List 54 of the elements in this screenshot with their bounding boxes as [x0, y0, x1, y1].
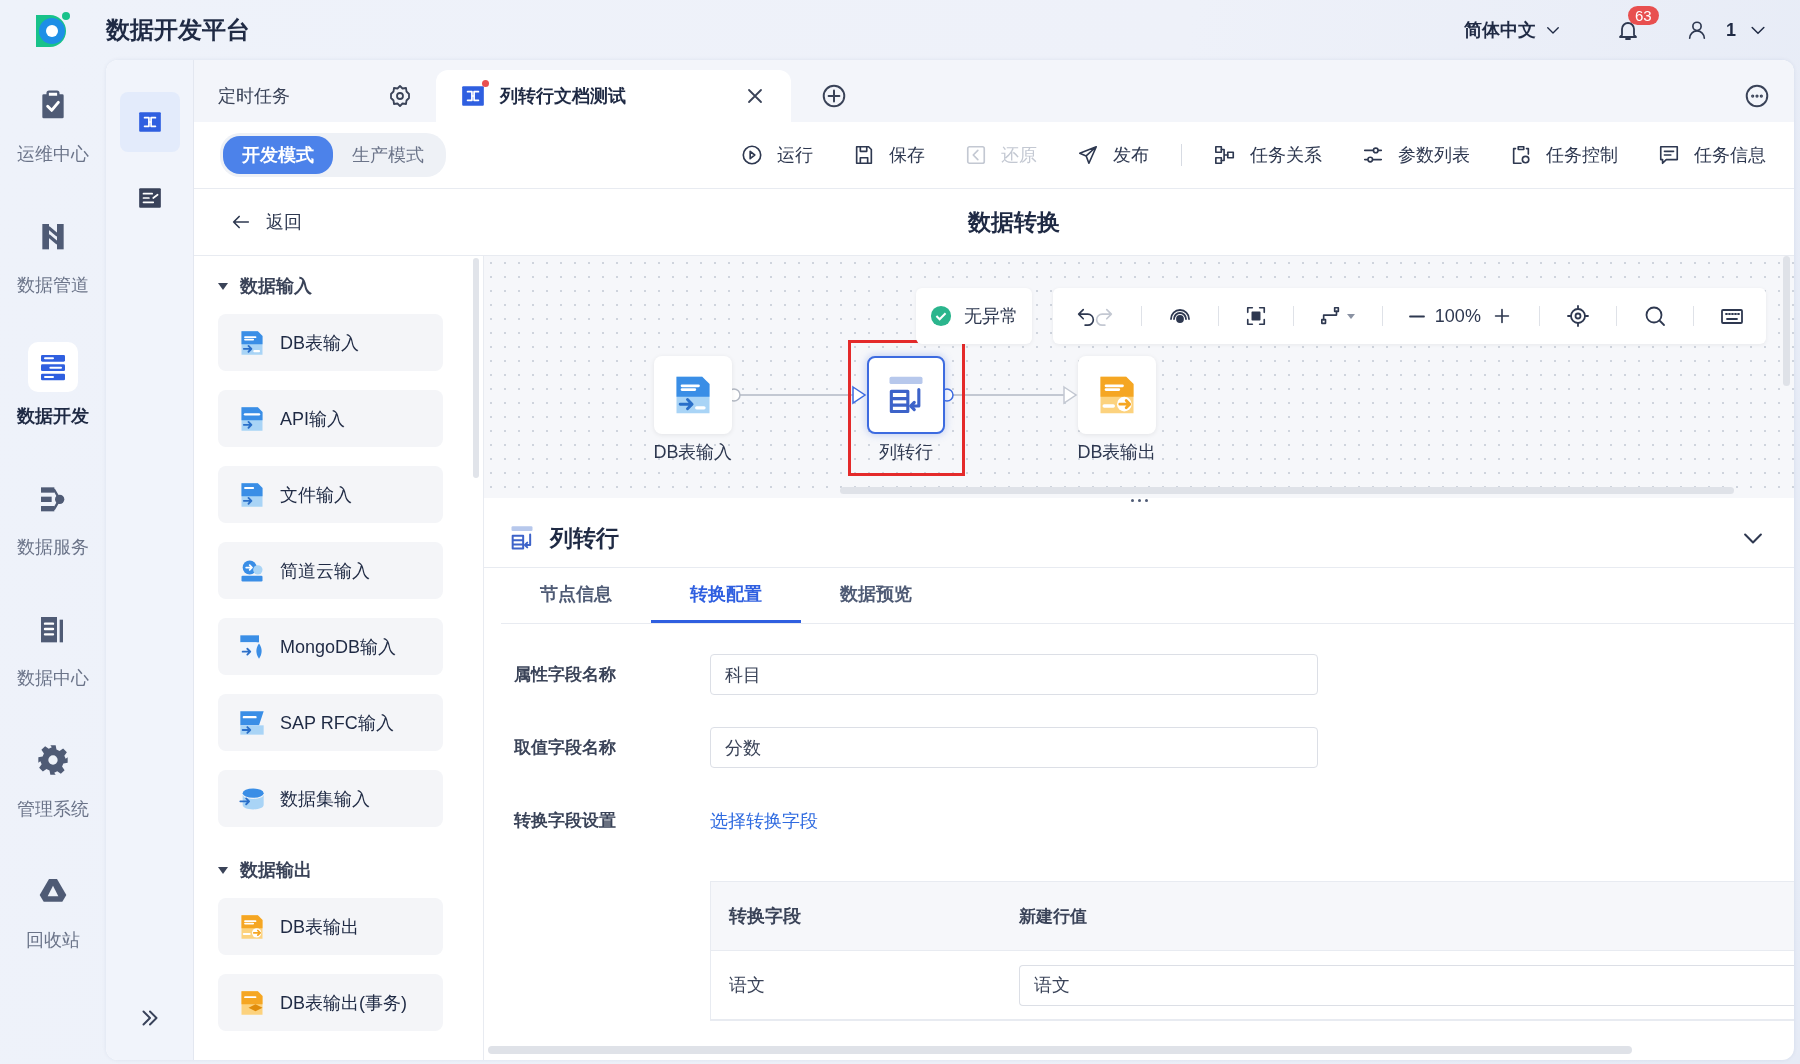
nav-item[interactable]: 运维中心 [11, 72, 95, 203]
panel-tab[interactable]: 节点信息 [501, 568, 651, 623]
palette-item[interactable]: 文件输入 [218, 466, 443, 523]
column-header: 新建行值 [1019, 905, 1088, 928]
text-field[interactable]: 分数 [710, 727, 1318, 768]
toolbar-action[interactable]: 任务信息 [1658, 143, 1766, 167]
node-label: DB表输入 [652, 441, 734, 464]
mode-toggle[interactable]: 开发模式 [223, 136, 333, 174]
toolbar-action[interactable]: 发布 [1077, 143, 1149, 167]
text-field[interactable]: 科目 [710, 654, 1318, 695]
node-label: DB表输出 [1076, 441, 1158, 464]
app-title: 数据开发平台 [106, 15, 250, 45]
nav-item[interactable]: 数据管道 [11, 203, 95, 334]
section-header[interactable]: 数据输出 [218, 852, 483, 888]
notification-badge: 63 [1628, 6, 1659, 25]
field-label: 转换字段设置 [514, 810, 617, 832]
field-label: 取值字段名称 [514, 737, 617, 759]
palette-item[interactable]: DB表输出(事务) [218, 974, 443, 1031]
zoom-level: 100% [1434, 305, 1481, 327]
language-selector[interactable]: 简体中文 [1464, 18, 1562, 42]
section-header[interactable]: 数据输入 [218, 268, 483, 304]
field-label: 属性字段名称 [514, 664, 617, 686]
panel-title: 列转行 [550, 523, 619, 553]
select-fields-link[interactable]: 选择转换字段 [710, 808, 818, 833]
toolbar-action[interactable]: 任务关系 [1214, 143, 1322, 167]
tab[interactable]: 定时任务 [194, 70, 436, 122]
status-text: 无异常 [964, 305, 1018, 328]
mode-toggle[interactable]: 生产模式 [333, 136, 443, 174]
nav-item[interactable]: 回收站 [20, 858, 86, 989]
page-title: 数据转换 [968, 207, 1060, 237]
toolbar-action[interactable]: 参数列表 [1362, 143, 1470, 167]
nav-item[interactable]: 数据服务 [11, 465, 95, 596]
user-menu[interactable]: 1 [1726, 19, 1768, 41]
palette-item[interactable]: DB表输入 [218, 314, 443, 371]
palette-item[interactable]: 简道云输入 [218, 542, 443, 599]
nav-item[interactable]: 数据开发 [11, 334, 95, 465]
palette-item[interactable]: SAP RFC输入 [218, 694, 443, 751]
column-header: 转换字段 [727, 905, 802, 928]
row-value-field[interactable]: 语文 [1019, 964, 1794, 1006]
toolbar-action[interactable]: 运行 [741, 143, 813, 167]
tab[interactable]: 列转行文档测试 [436, 70, 791, 122]
panel-tab[interactable]: 数据预览 [801, 568, 951, 623]
toolbar-action[interactable]: 任务控制 [1510, 143, 1618, 167]
toolbar-action[interactable]: 保存 [853, 143, 925, 167]
node-label: 列转行 [878, 441, 934, 464]
palette-item[interactable]: API输入 [218, 390, 443, 447]
palette-item[interactable]: MongoDB输入 [218, 618, 443, 675]
palette-item[interactable]: DB表输出 [218, 898, 443, 955]
back-button[interactable]: 返回 [224, 209, 308, 235]
panel-tab[interactable]: 转换配置 [651, 568, 801, 623]
nav-item[interactable]: 数据中心 [11, 596, 95, 727]
palette-item[interactable]: 数据集输入 [218, 770, 443, 827]
nav-item[interactable]: 管理系统 [11, 727, 95, 858]
table-cell-text: 语文 [728, 974, 766, 997]
